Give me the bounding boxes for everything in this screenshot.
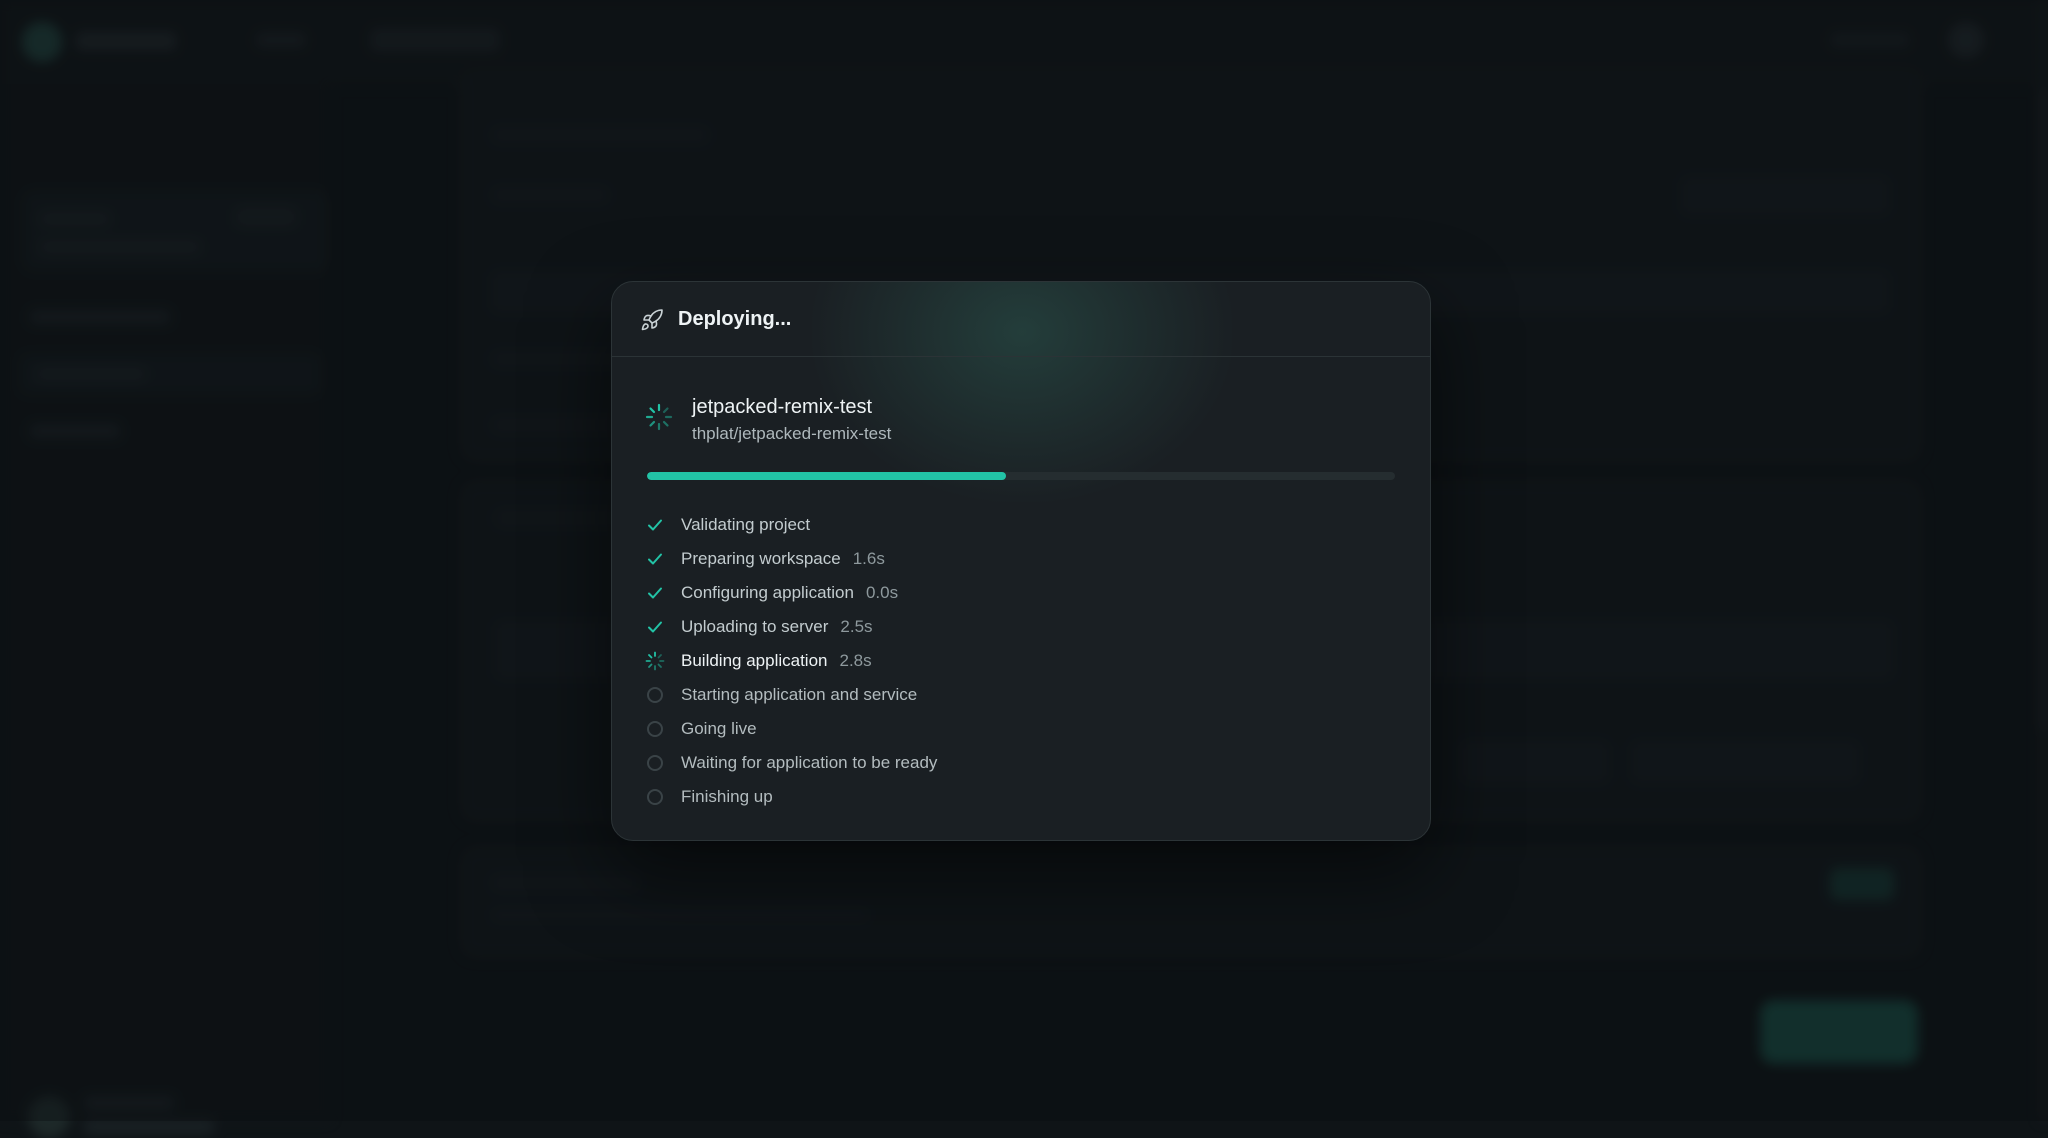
pending-circle-icon — [645, 685, 665, 705]
deploy-step-label: Validating project — [681, 515, 811, 534]
deploy-step-duration: 2.8s — [839, 651, 872, 670]
deploy-progress-modal: Deploying... jetpacked-remix-test thplat… — [611, 281, 1431, 841]
checkmark-icon — [645, 583, 665, 603]
pending-circle — [647, 789, 663, 805]
checkmark-icon — [645, 549, 665, 569]
deploy-step: Validating project — [645, 508, 1405, 542]
deploy-step: Finishing up — [645, 780, 1405, 814]
rocket-icon — [640, 308, 664, 332]
pending-circle — [647, 755, 663, 771]
deploy-step: Starting application and service — [645, 678, 1405, 712]
pending-circle-icon — [645, 719, 665, 739]
pending-circle-icon — [645, 753, 665, 773]
deploy-step: Configuring application 0.0s — [645, 576, 1405, 610]
checkmark-icon — [645, 515, 665, 535]
deploy-step: Going live — [645, 712, 1405, 746]
deploy-step: Waiting for application to be ready — [645, 746, 1405, 780]
deploy-step-label: Starting application and service — [681, 685, 918, 704]
background-sidebar-line — [84, 1120, 214, 1134]
deploy-steps-list: Validating project Preparing workspace 1.6… — [645, 508, 1405, 814]
deploy-step-duration: 2.5s — [840, 617, 873, 636]
deploy-step: Uploading to server 2.5s — [645, 610, 1405, 644]
spinner-icon — [645, 403, 673, 431]
deploy-step-label: Building application — [681, 651, 828, 670]
deploy-step: Building application 2.8s — [645, 644, 1405, 678]
deploy-step-label: Finishing up — [681, 787, 773, 806]
project-name: jetpacked-remix-test — [692, 396, 873, 418]
deploy-progress-bar — [647, 472, 1395, 480]
deploy-step-duration: 1.6s — [852, 549, 885, 568]
pending-circle — [647, 687, 663, 703]
checkmark-icon — [645, 617, 665, 637]
deploy-step-label: Uploading to server — [681, 617, 829, 636]
modal-title: Deploying... — [678, 308, 792, 330]
spinner-icon — [645, 651, 665, 671]
deploy-progress-fill — [647, 472, 1007, 480]
pending-circle — [647, 721, 663, 737]
deploy-step-duration: 0.0s — [865, 583, 899, 602]
deploy-step-label: Preparing workspace — [681, 549, 841, 568]
deploy-step-label: Going live — [681, 719, 757, 738]
deploy-step-label: Waiting for application to be ready — [681, 753, 938, 772]
project-repo: thplat/jetpacked-remix-test — [692, 424, 892, 443]
pending-circle-icon — [645, 787, 665, 807]
modal-header: Deploying... — [612, 282, 1430, 357]
deploy-step: Preparing workspace 1.6s — [645, 542, 1405, 576]
deploy-step-label: Configuring application — [681, 583, 854, 602]
